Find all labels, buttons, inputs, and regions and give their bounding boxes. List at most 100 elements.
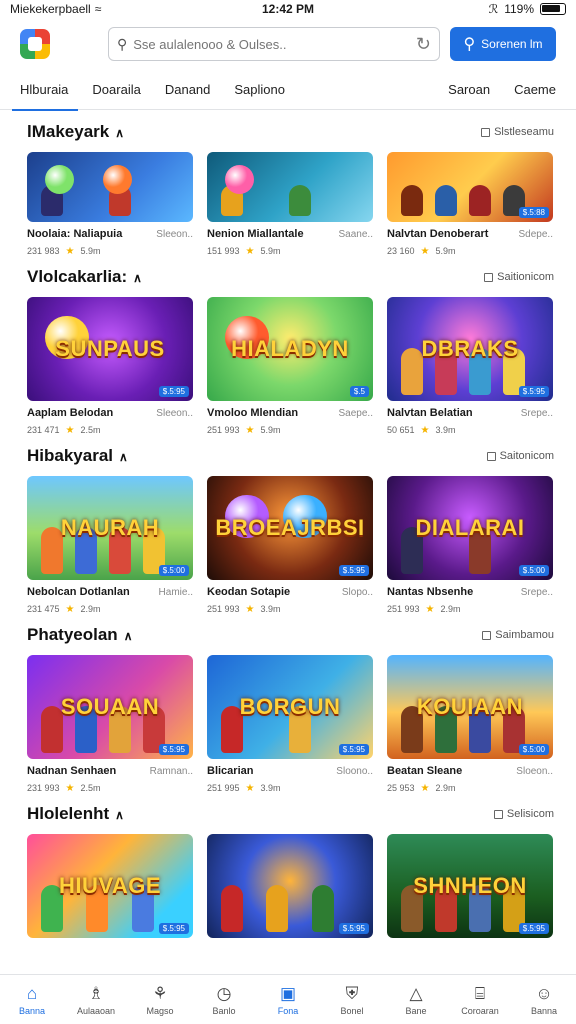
tab-doaraila[interactable]: Doaraila	[80, 70, 152, 110]
chevron-up-icon[interactable]: ∧	[115, 808, 124, 822]
install-count: 251 993	[207, 425, 240, 435]
game-thumbnail[interactable]	[207, 152, 373, 222]
game-card[interactable]: KOUIAAN $.5:00 Beatan Sleane Sloeon.. 25 953…	[387, 655, 553, 794]
nav-item-3[interactable]: ◷ Banlo	[193, 984, 255, 1016]
nav-item-2[interactable]: ⚘ Magso	[129, 984, 191, 1016]
main-feed[interactable]: lMakeyark ∧ Slstleseamu Noolaia: Naliapuia S…	[0, 112, 576, 974]
game-thumbnail[interactable]: BROEAJRBSI $.5:95	[207, 476, 373, 580]
game-card[interactable]: BROEAJRBSI $.5:95 Keodan Sotapie Slopo.. 251…	[207, 476, 373, 615]
chevron-up-icon[interactable]: ∧	[115, 126, 124, 140]
section-title: lMakeyark ∧	[27, 122, 124, 142]
game-title: Noolaia: Naliapuia	[27, 228, 123, 240]
tab-hlburaia[interactable]: Hlburaia	[8, 70, 80, 111]
game-thumbnail[interactable]: KOUIAAN $.5:00	[387, 655, 553, 759]
bell-icon: ♗	[88, 983, 104, 1003]
game-thumbnail[interactable]: NAURAH $.5:00	[27, 476, 193, 580]
card-stats: 231 993 ★ 2.5m	[27, 782, 193, 794]
game-thumbnail[interactable]: SUNPAUS $.5:95	[27, 297, 193, 401]
section-header: Phatyeolan ∧ Saimbamou	[27, 619, 554, 651]
game-card[interactable]: HIUVAGE $.5:95	[27, 834, 193, 938]
game-logo-text: SUNPAUS	[55, 336, 165, 361]
see-all-link[interactable]: Saimbamou	[482, 629, 554, 641]
tab-sapliono[interactable]: Sapliono	[222, 70, 297, 110]
game-thumbnail[interactable]: HIUVAGE $.5:95	[27, 834, 193, 938]
chevron-up-icon[interactable]: ∧	[133, 271, 142, 285]
price-badge: $.5:95	[338, 744, 369, 755]
game-thumbnail[interactable]	[27, 152, 193, 222]
card-stats: 231 471 ★ 2.5m	[27, 424, 193, 436]
game-category: Sleeon..	[156, 408, 193, 419]
battery-level: 119%	[504, 2, 534, 16]
game-thumbnail[interactable]: BORGUN $.5:95	[207, 655, 373, 759]
tab-label: Sapliono	[234, 82, 285, 97]
search-button[interactable]: ⚲ Sorenen lm	[450, 27, 556, 61]
card-row: NAURAH $.5:00 Nebolcan Dotlanlan Hamie.. 231…	[27, 476, 554, 615]
game-card[interactable]: DIALARAI $.5:00 Nantas Nbsenhe Srepe.. 251 9…	[387, 476, 553, 615]
see-all-link[interactable]: Saitionicom	[484, 271, 554, 283]
see-all-link[interactable]: Slstleseamu	[481, 126, 554, 138]
game-card[interactable]: DBRAKS $.5:95 Nalvtan Belatian Srepe.. 50 65…	[387, 297, 553, 436]
section-title-text: lMakeyark	[27, 122, 110, 141]
chevron-up-icon[interactable]: ∧	[119, 450, 128, 464]
rating-value: 5.9m	[260, 246, 281, 256]
price-badge: $.5:00	[158, 565, 189, 576]
game-thumbnail[interactable]: $.5:95	[207, 834, 373, 938]
nav-item-7[interactable]: ⌸ Coroaran	[449, 984, 511, 1016]
tab-saroan[interactable]: Saroan	[436, 70, 502, 110]
search-box[interactable]: ⚲ ↻	[108, 27, 440, 61]
game-logo-text: HIUVAGE	[58, 873, 162, 898]
game-title: Nantas Nbsenhe	[387, 586, 474, 598]
game-thumbnail[interactable]: SHNHEON $.5:95	[387, 834, 553, 938]
see-all-link[interactable]: Saitonicom	[486, 450, 554, 462]
game-card[interactable]: $.5:88 Nalvtan Denoberart Sdepe.. 23 160 ★ 5.…	[387, 152, 553, 257]
game-card[interactable]: Nenion Miallantale Saane.. 151 993 ★ 5.9m	[207, 152, 373, 257]
game-thumbnail[interactable]: $.5:88	[387, 152, 553, 222]
game-thumbnail[interactable]: DBRAKS $.5:95	[387, 297, 553, 401]
install-count: 50 651	[387, 425, 415, 435]
game-card[interactable]: HIALADYN $.5 Vmoloo Mlendian Saepe.. 251 993…	[207, 297, 373, 436]
nav-item-0[interactable]: ⌂ Banna	[1, 984, 63, 1016]
price-badge: $.5:00	[518, 744, 549, 755]
star-icon: ★	[245, 424, 255, 436]
nav-item-8[interactable]: ☺ Banna	[513, 984, 575, 1016]
star-icon: ★	[65, 424, 75, 436]
game-card[interactable]: SHNHEON $.5:95	[387, 834, 553, 938]
bottom-nav: ⌂ Banna ♗ Aulaaoan ⚘ Magso ◷ Banlo ▣ Fona ⛨ Bonel △ B…	[0, 974, 576, 1024]
star-icon: ★	[425, 603, 435, 615]
nav-item-4[interactable]: ▣ Fona	[257, 984, 319, 1016]
star-icon: ★	[65, 603, 75, 615]
nav-item-6[interactable]: △ Bane	[385, 984, 447, 1016]
game-card[interactable]: SUNPAUS $.5:95 Aaplam Belodan Sleeon.. 231 4…	[27, 297, 193, 436]
game-card[interactable]: $.5:95	[207, 834, 373, 938]
nav-item-1[interactable]: ♗ Aulaaoan	[65, 984, 127, 1016]
install-count: 231 475	[27, 604, 60, 614]
refresh-icon[interactable]: ↻	[416, 34, 431, 55]
game-logo-text: NAURAH	[60, 515, 160, 540]
game-card[interactable]: BORGUN $.5:95 Blicarian Sloono.. 251 995 ★ 3.9…	[207, 655, 373, 794]
search-input[interactable]	[133, 36, 410, 52]
game-card[interactable]: Noolaia: Naliapuia Sleeon.. 231 983 ★ 5.9m	[27, 152, 193, 257]
game-card[interactable]: NAURAH $.5:00 Nebolcan Dotlanlan Hamie.. 231…	[27, 476, 193, 615]
card-row: HIUVAGE $.5:95 $.5:95 SHNHEON $.5:95	[27, 834, 554, 938]
search-icon: ⚲	[117, 35, 128, 52]
nav-item-5[interactable]: ⛨ Bonel	[321, 984, 383, 1016]
section-3: Phatyeolan ∧ Saimbamou SOUAAN $.5:95 Nadnan S…	[27, 619, 554, 794]
card-meta: Noolaia: Naliapuia Sleeon..	[27, 228, 193, 242]
chevron-up-icon[interactable]: ∧	[124, 629, 133, 643]
app-logo-icon[interactable]	[20, 29, 50, 59]
game-thumbnail[interactable]: HIALADYN $.5	[207, 297, 373, 401]
nav-label: Coroaran	[461, 1005, 499, 1016]
game-thumbnail[interactable]: DIALARAI $.5:00	[387, 476, 553, 580]
section-4: Hlolelenht ∧ Selisicom HIUVAGE $.5:95 $.5:95 S…	[27, 798, 554, 938]
game-category: Saane..	[338, 229, 373, 240]
section-header: lMakeyark ∧ Slstleseamu	[27, 116, 554, 148]
character-art	[469, 184, 491, 216]
game-card[interactable]: SOUAAN $.5:95 Nadnan Senhaen Ramnan.. 231 99…	[27, 655, 193, 794]
section-title: Hlolelenht ∧	[27, 804, 124, 824]
battery-icon	[540, 3, 566, 15]
star-icon: ★	[245, 782, 255, 794]
game-thumbnail[interactable]: SOUAAN $.5:95	[27, 655, 193, 759]
see-all-link[interactable]: Selisicom	[493, 808, 554, 820]
tab-caeme[interactable]: Caeme	[502, 70, 568, 110]
tab-danand[interactable]: Danand	[153, 70, 223, 110]
